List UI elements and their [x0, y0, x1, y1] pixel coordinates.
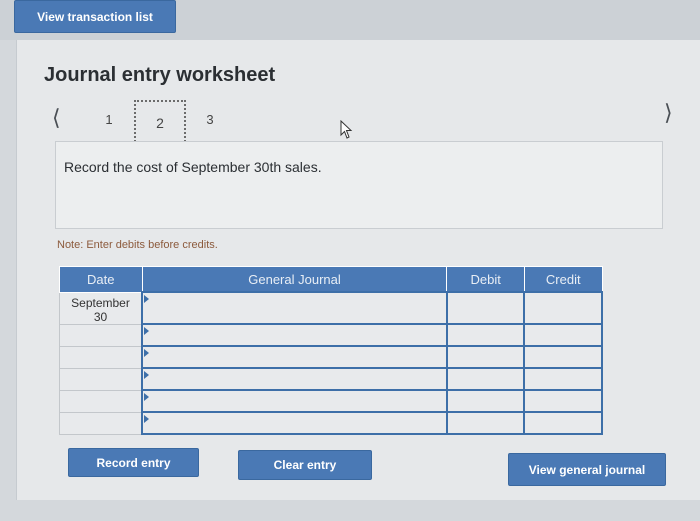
debit-input[interactable] [445, 291, 526, 325]
debit-input[interactable] [445, 345, 526, 369]
table-row [59, 323, 603, 347]
table-row [59, 389, 603, 413]
clear-entry-button[interactable]: Clear entry [238, 450, 372, 480]
dropdown-marker-icon [144, 295, 150, 303]
journal-table: Date General Journal Debit Credit Septem… [59, 266, 603, 435]
credit-input[interactable] [523, 345, 603, 369]
table-row [59, 345, 603, 369]
debit-input[interactable] [445, 323, 526, 347]
general-journal-input[interactable] [141, 367, 448, 391]
view-general-journal-button[interactable]: View general journal [508, 453, 666, 486]
table-header-row: Date General Journal Debit Credit [59, 266, 603, 293]
general-journal-input[interactable] [141, 389, 448, 413]
chevron-left-icon[interactable]: ⟨ [52, 105, 61, 131]
date-cell [59, 411, 143, 435]
debit-input[interactable] [445, 389, 526, 413]
date-cell [59, 323, 143, 347]
date-cell: September 30 [59, 291, 143, 325]
column-header-debit: Debit [446, 266, 525, 293]
column-header-credit: Credit [523, 266, 603, 293]
table-row: September 30 [59, 291, 603, 325]
general-journal-input[interactable] [141, 323, 448, 347]
general-journal-input[interactable] [141, 411, 448, 435]
general-journal-input[interactable] [141, 345, 448, 369]
dropdown-marker-icon [144, 349, 150, 357]
credit-input[interactable] [523, 291, 603, 325]
debit-input[interactable] [445, 367, 526, 391]
note-text: Note: Enter debits before credits. [57, 239, 218, 251]
dropdown-marker-icon [144, 371, 150, 379]
step-1[interactable]: 1 [104, 112, 114, 127]
debit-input[interactable] [445, 411, 526, 435]
dropdown-marker-icon [144, 327, 150, 335]
prompt-box [55, 141, 663, 229]
dropdown-marker-icon [144, 415, 150, 423]
prompt-text: Record the cost of September 30th sales. [64, 159, 322, 175]
column-header-date: Date [59, 266, 143, 293]
dropdown-marker-icon [144, 393, 150, 401]
date-cell [59, 345, 143, 369]
view-transaction-list-button[interactable]: View transaction list [14, 0, 176, 33]
credit-input[interactable] [523, 367, 603, 391]
record-entry-button[interactable]: Record entry [68, 448, 199, 477]
column-header-general-journal: General Journal [141, 266, 448, 293]
credit-input[interactable] [523, 411, 603, 435]
chevron-right-icon[interactable]: ⟩ [664, 100, 673, 126]
credit-input[interactable] [523, 323, 603, 347]
table-row [59, 367, 603, 391]
table-row [59, 411, 603, 435]
step-3[interactable]: 3 [205, 112, 215, 127]
page-title: Journal entry worksheet [44, 64, 276, 86]
general-journal-input[interactable] [141, 291, 448, 325]
credit-input[interactable] [523, 389, 603, 413]
date-cell [59, 389, 143, 413]
step-2-active[interactable]: 2 [134, 100, 186, 146]
date-cell [59, 367, 143, 391]
